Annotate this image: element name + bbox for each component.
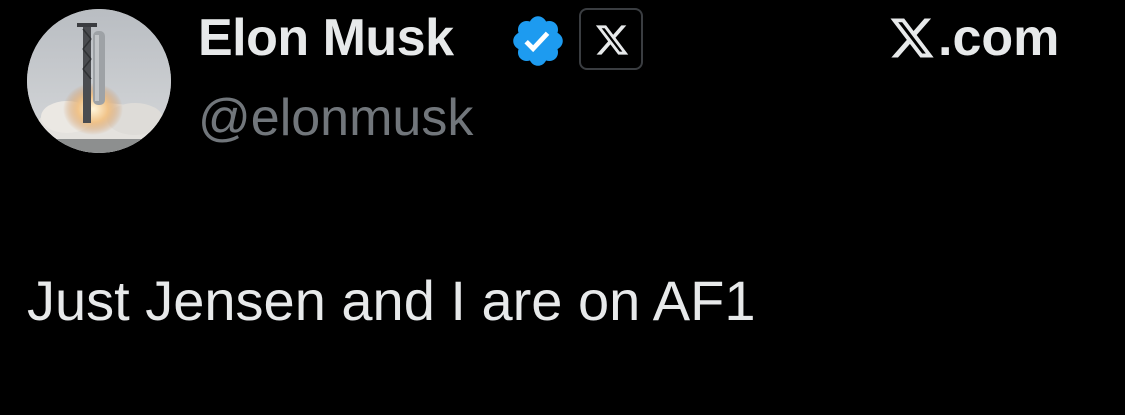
verified-badge-icon[interactable]	[509, 12, 567, 70]
affiliate-badge[interactable]	[579, 8, 643, 70]
rocket-launch-avatar-icon	[27, 9, 171, 153]
tweet-text: Just Jensen and I are on AF1	[27, 269, 756, 332]
user-handle[interactable]: @elonmusk	[198, 86, 473, 150]
avatar[interactable]	[27, 9, 171, 153]
brand-watermark: .com	[888, 6, 1059, 70]
display-name[interactable]: Elon Musk	[198, 6, 454, 70]
x-logo-icon	[595, 25, 629, 55]
tweet-card: Elon Musk @elonmusk .com Just Jensen and…	[0, 0, 1125, 415]
x-logo-icon	[888, 14, 936, 62]
brand-domain: .com	[938, 9, 1060, 67]
